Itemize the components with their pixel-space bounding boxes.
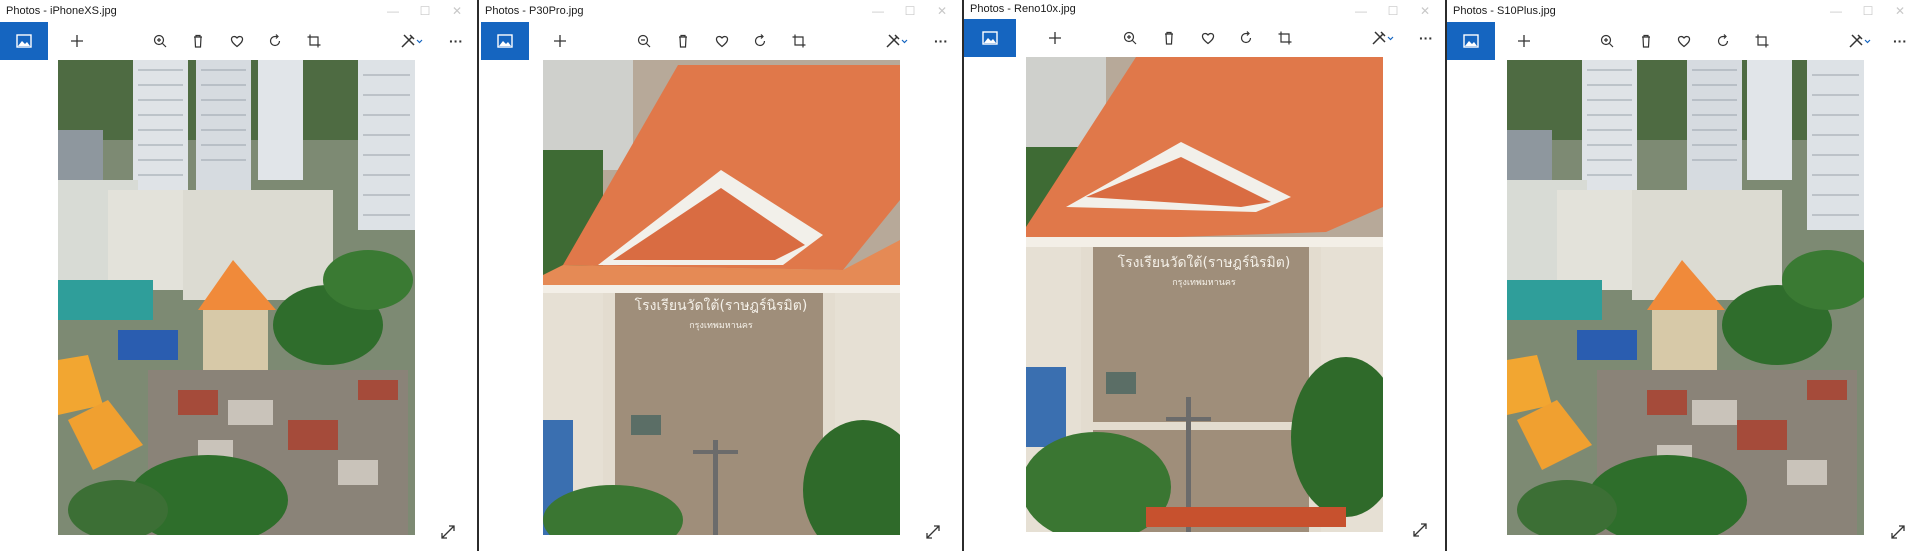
window-title: Photos - Reno10x.jpg [970, 3, 1076, 15]
more-icon[interactable]: ··· [926, 22, 956, 60]
building-sign-line1: โรงเรียนวัดใต้(ราษฎร์นิรมิต) [1118, 254, 1291, 271]
close-icon[interactable]: ✕ [1884, 0, 1916, 22]
album-icon[interactable] [0, 22, 48, 60]
minimize-icon[interactable]: — [862, 0, 894, 22]
fullscreen-icon[interactable] [922, 521, 944, 543]
title-bar: Photos - iPhoneXS.jpg — ☐ ✕ [0, 0, 477, 22]
album-icon[interactable] [1447, 22, 1495, 60]
crop-icon[interactable] [299, 22, 329, 60]
rotate-icon[interactable] [1708, 22, 1738, 60]
toolbar: ··· [964, 19, 1445, 57]
close-icon[interactable]: ✕ [926, 0, 958, 22]
album-icon[interactable] [481, 22, 529, 60]
photo-image[interactable] [58, 60, 415, 535]
rotate-icon[interactable] [260, 22, 290, 60]
maximize-icon[interactable]: ☐ [1852, 0, 1884, 22]
favorite-icon[interactable] [222, 22, 252, 60]
toolbar: ··· [479, 22, 962, 60]
zoom-icon[interactable] [145, 22, 175, 60]
toolbar: ··· [1447, 22, 1920, 60]
title-bar: Photos - S10Plus.jpg — ☐ ✕ [1447, 0, 1920, 22]
favorite-icon[interactable] [1669, 22, 1699, 60]
title-bar: Photos - P30Pro.jpg — ☐ ✕ [479, 0, 962, 22]
add-icon[interactable] [62, 22, 92, 60]
favorite-icon[interactable] [1193, 19, 1223, 57]
more-icon[interactable]: ··· [1885, 22, 1915, 60]
photos-window-1: Photos - iPhoneXS.jpg — ☐ ✕ ··· [0, 0, 477, 551]
fullscreen-icon[interactable] [437, 521, 459, 543]
photos-window-2: Photos - P30Pro.jpg — ☐ ✕ ··· โรงเรียนวั… [479, 0, 962, 551]
rotate-icon[interactable] [745, 22, 775, 60]
caption-buttons: — ☐ ✕ [862, 0, 958, 22]
window-title: Photos - P30Pro.jpg [485, 5, 584, 17]
crop-icon[interactable] [1270, 19, 1300, 57]
photos-window-3: Photos - Reno10x.jpg — ☐ ✕ ··· โรงเรียนว… [964, 0, 1445, 551]
edit-icon[interactable] [1367, 19, 1399, 57]
add-icon[interactable] [1040, 19, 1070, 57]
rotate-icon[interactable] [1231, 19, 1261, 57]
delete-icon[interactable] [668, 22, 698, 60]
delete-icon[interactable] [1154, 19, 1184, 57]
favorite-icon[interactable] [707, 22, 737, 60]
delete-icon[interactable] [1631, 22, 1661, 60]
window-title: Photos - S10Plus.jpg [1453, 5, 1556, 17]
add-icon[interactable] [545, 22, 575, 60]
building-sign-line1: โรงเรียนวัดใต้(ราษฎร์นิรมิต) [635, 297, 808, 314]
edit-icon[interactable] [881, 22, 913, 60]
photo-image[interactable] [1507, 60, 1864, 535]
more-label: ··· [449, 33, 463, 49]
zoom-icon[interactable] [1115, 19, 1145, 57]
add-icon[interactable] [1509, 22, 1539, 60]
more-label: ··· [1893, 33, 1907, 49]
edit-icon[interactable] [1844, 22, 1876, 60]
delete-icon[interactable] [183, 22, 213, 60]
crop-icon[interactable] [784, 22, 814, 60]
photo-image[interactable]: โรงเรียนวัดใต้(ราษฎร์นิรมิต) กรุงเทพมหาน… [543, 60, 900, 535]
maximize-icon[interactable]: ☐ [409, 0, 441, 22]
more-icon[interactable]: ··· [1411, 19, 1441, 57]
minimize-icon[interactable]: — [1820, 0, 1852, 22]
album-icon[interactable] [964, 19, 1016, 57]
caption-buttons: — ☐ ✕ [377, 0, 473, 22]
window-title: Photos - iPhoneXS.jpg [6, 5, 117, 17]
minimize-icon[interactable]: — [377, 0, 409, 22]
more-label: ··· [1419, 30, 1433, 46]
zoom-icon[interactable] [1592, 22, 1622, 60]
caption-buttons: — ☐ ✕ [1820, 0, 1916, 22]
building-sign-line2: กรุงเทพมหานคร [689, 321, 753, 331]
edit-icon[interactable] [396, 22, 428, 60]
more-label: ··· [934, 33, 948, 49]
photo-image[interactable]: โรงเรียนวัดใต้(ราษฎร์นิรมิต) กรุงเทพมหาน… [1026, 57, 1383, 532]
crop-icon[interactable] [1747, 22, 1777, 60]
maximize-icon[interactable]: ☐ [894, 0, 926, 22]
photos-window-4: Photos - S10Plus.jpg — ☐ ✕ ··· [1447, 0, 1920, 551]
fullscreen-icon[interactable] [1887, 521, 1909, 543]
building-sign-line2: กรุงเทพมหานคร [1172, 278, 1236, 288]
fullscreen-icon[interactable] [1409, 519, 1431, 541]
more-icon[interactable]: ··· [441, 22, 471, 60]
toolbar: ··· [0, 22, 477, 60]
close-icon[interactable]: ✕ [441, 0, 473, 22]
zoom-icon[interactable] [629, 22, 659, 60]
